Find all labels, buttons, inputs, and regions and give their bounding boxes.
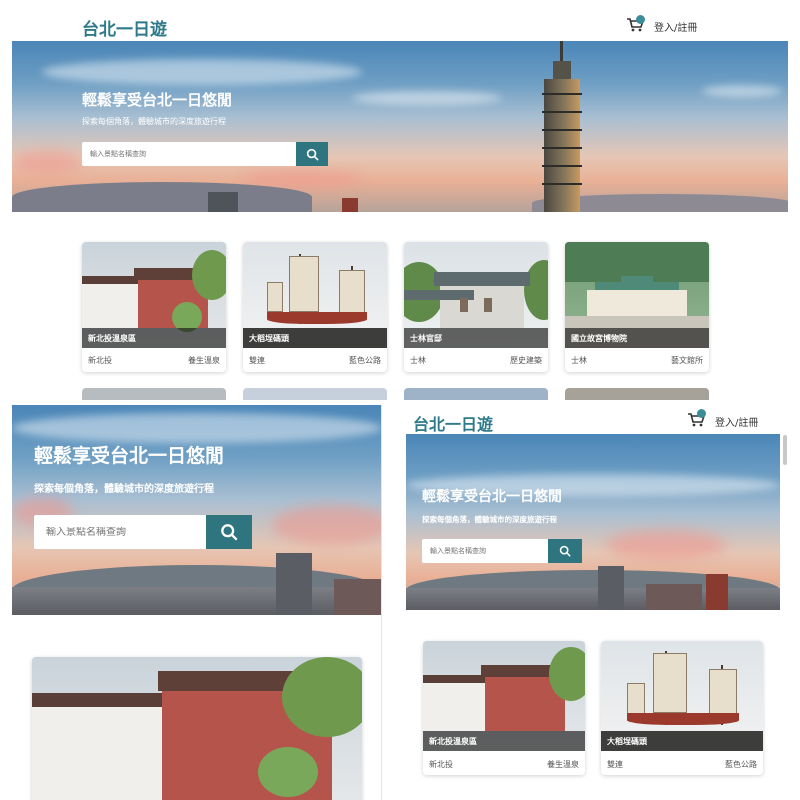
mobile-view: 輕鬆享受台北一日悠閒 探索每個角落，體驗城市的深度旅遊行程 bbox=[12, 405, 382, 800]
search-input[interactable] bbox=[82, 150, 292, 158]
attraction-meta: 士林 藝文館所 bbox=[565, 355, 709, 366]
attraction-area: 新北投 bbox=[429, 760, 453, 769]
cart-button[interactable] bbox=[687, 409, 706, 431]
hero-subtitle: 探索每個角落，體驗城市的深度旅遊行程 bbox=[422, 515, 557, 524]
site-logo[interactable]: 台北一日遊 bbox=[413, 411, 493, 435]
site-header: 台北一日遊 登入/註冊 bbox=[0, 0, 800, 40]
search-button[interactable] bbox=[548, 539, 582, 563]
login-link[interactable]: 登入/註冊 bbox=[715, 414, 758, 429]
search-icon bbox=[559, 545, 571, 557]
attraction-card[interactable]: 大稻埕碼頭 雙連 藍色公路 bbox=[601, 641, 763, 775]
hero-banner: 輕鬆享受台北一日悠閒 探索每個角落，體驗城市的深度旅遊行程 bbox=[12, 41, 788, 212]
hero-subtitle: 探索每個角落，體驗城市的深度旅遊行程 bbox=[34, 484, 214, 495]
hero-title: 輕鬆享受台北一日悠閒 bbox=[34, 445, 225, 467]
attraction-meta: 新北投 養生溫泉 bbox=[423, 759, 585, 770]
hero-banner: 輕鬆享受台北一日悠閒 探索每個角落，體驗城市的深度旅遊行程 bbox=[406, 434, 780, 610]
search-bar bbox=[82, 142, 328, 166]
search-bar bbox=[34, 515, 252, 549]
attraction-name: 士林官邸 bbox=[404, 328, 548, 348]
attraction-category: 養生溫泉 bbox=[188, 356, 220, 365]
attraction-category: 養生溫泉 bbox=[547, 760, 579, 769]
search-input[interactable] bbox=[422, 547, 544, 555]
attraction-name: 新北投溫泉區 bbox=[82, 328, 226, 348]
attraction-card[interactable]: 新北投溫泉區 新北投 養生溫泉 bbox=[423, 641, 585, 775]
site-logo[interactable]: 台北一日遊 bbox=[82, 15, 167, 40]
attraction-card[interactable]: 士林官邸 士林 歷史建築 bbox=[404, 242, 548, 372]
cart-badge bbox=[697, 409, 706, 418]
attraction-area: 新北投 bbox=[88, 356, 112, 365]
attraction-card[interactable]: 大稻埕碼頭 雙連 藍色公路 bbox=[243, 242, 387, 372]
attraction-card[interactable]: 新北投溫泉區 新北投 養生溫泉 bbox=[82, 242, 226, 372]
attraction-meta: 士林 歷史建築 bbox=[404, 355, 548, 366]
desktop-view: 台北一日遊 登入/註冊 輕鬆享受台北一日悠閒 探索每個角落，體驗城市的深度旅遊行… bbox=[0, 0, 800, 400]
search-icon bbox=[306, 148, 319, 161]
attraction-card[interactable] bbox=[32, 657, 362, 800]
attraction-area: 雙連 bbox=[249, 356, 265, 365]
attraction-meta: 新北投 養生溫泉 bbox=[82, 355, 226, 366]
scrollbar[interactable] bbox=[783, 435, 787, 465]
attraction-meta: 雙連 藍色公路 bbox=[601, 759, 763, 770]
attraction-category: 藍色公路 bbox=[349, 356, 381, 365]
taipei-101-tower bbox=[540, 41, 584, 212]
search-icon bbox=[221, 524, 238, 541]
attraction-area: 士林 bbox=[571, 356, 587, 365]
hero-title: 輕鬆享受台北一日悠閒 bbox=[82, 91, 233, 109]
attraction-area: 雙連 bbox=[607, 760, 623, 769]
hero-subtitle: 探索每個角落，體驗城市的深度旅遊行程 bbox=[82, 117, 226, 126]
attraction-category: 藍色公路 bbox=[725, 760, 757, 769]
search-bar bbox=[422, 539, 582, 563]
cart-badge bbox=[636, 15, 645, 24]
hero-banner: 輕鬆享受台北一日悠閒 探索每個角落，體驗城市的深度旅遊行程 bbox=[12, 405, 381, 615]
attraction-category: 藝文館所 bbox=[671, 356, 703, 365]
attraction-name: 新北投溫泉區 bbox=[423, 731, 585, 751]
attraction-card[interactable]: 國立故宮博物院 士林 藝文館所 bbox=[565, 242, 709, 372]
attraction-area: 士林 bbox=[410, 356, 426, 365]
attraction-name: 大稻埕碼頭 bbox=[601, 731, 763, 751]
search-button[interactable] bbox=[206, 515, 252, 549]
login-link[interactable]: 登入/註冊 bbox=[654, 19, 697, 34]
search-input[interactable] bbox=[34, 526, 204, 538]
attraction-meta: 雙連 藍色公路 bbox=[243, 355, 387, 366]
search-button[interactable] bbox=[296, 142, 328, 166]
attraction-name: 國立故宮博物院 bbox=[565, 328, 709, 348]
cart-button[interactable] bbox=[626, 15, 645, 36]
attraction-image bbox=[32, 657, 362, 800]
attraction-category: 歷史建築 bbox=[510, 356, 542, 365]
tablet-view: 台北一日遊 登入/註冊 輕鬆享受台北一日悠閒 探索每個角落，體驗城市的深度旅遊行… bbox=[395, 405, 795, 800]
attraction-name: 大稻埕碼頭 bbox=[243, 328, 387, 348]
hero-title: 輕鬆享受台北一日悠閒 bbox=[422, 489, 562, 505]
